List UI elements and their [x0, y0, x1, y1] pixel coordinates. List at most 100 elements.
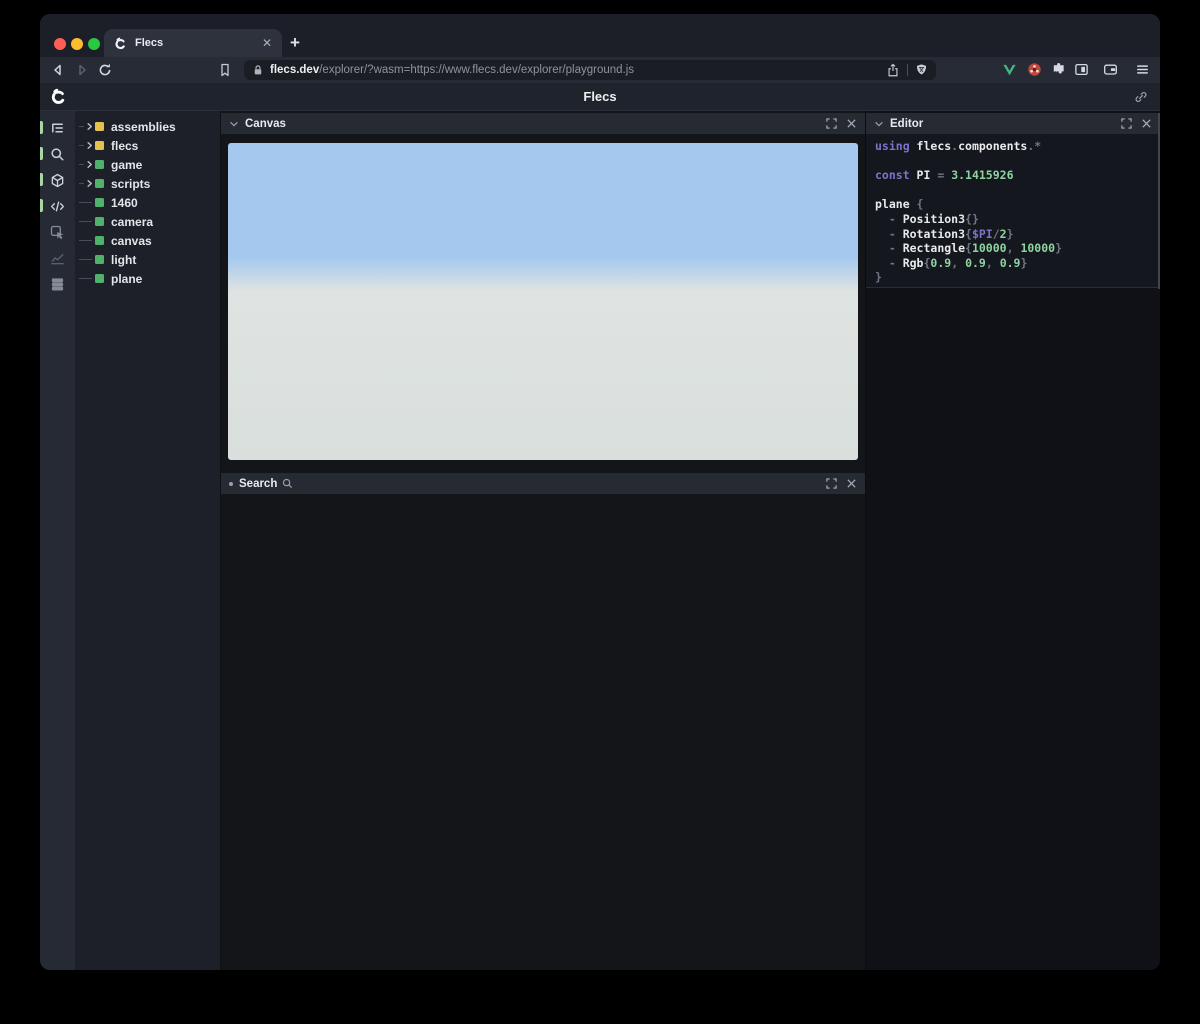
sidebar-rows-button[interactable] — [40, 271, 75, 297]
canvas-panel-header: Canvas — [221, 113, 865, 134]
stats-icon — [50, 251, 65, 266]
page-title: Flecs — [583, 89, 617, 104]
entity-tree-panel: assemblies flecs game scripts 1460 camera canv… — [75, 111, 221, 970]
tree-item-game[interactable]: game — [75, 155, 220, 174]
tree-item-label: flecs — [111, 138, 139, 153]
wallet-icon[interactable] — [1103, 62, 1119, 78]
shield-icon[interactable] — [915, 63, 928, 77]
editor-scrollbar[interactable] — [1158, 113, 1160, 289]
tree-item-label: plane — [111, 271, 143, 286]
url-path: /explorer/?wasm=https://www.flecs.dev/ex… — [319, 64, 635, 76]
rows-icon — [50, 277, 65, 292]
tree-item-1460[interactable]: 1460 — [75, 193, 220, 212]
close-panel-icon[interactable] — [846, 118, 857, 129]
entity-color-swatch — [95, 122, 104, 131]
forward-button[interactable] — [74, 62, 90, 78]
fullscreen-icon[interactable] — [826, 478, 837, 489]
app-header: Flecs — [40, 83, 1160, 111]
back-button[interactable] — [50, 62, 66, 78]
tab-title: Flecs — [135, 37, 164, 49]
tree-item-label: light — [111, 252, 137, 267]
share-icon[interactable] — [886, 63, 900, 78]
expand-chevron-icon[interactable] — [78, 136, 95, 155]
chevron-down-icon[interactable] — [229, 119, 239, 129]
sidebar-toggle-icon[interactable] — [1074, 62, 1090, 78]
tree-item-label: scripts — [111, 176, 151, 191]
tree-item-camera[interactable]: camera — [75, 212, 220, 231]
expand-chevron-icon[interactable] — [78, 117, 95, 136]
center-area: Canvas Search — [221, 111, 865, 970]
tree-item-flecs[interactable]: flecs — [75, 136, 220, 155]
tree-item-assemblies[interactable]: assemblies — [75, 117, 220, 136]
collapsed-dot-icon[interactable] — [229, 481, 233, 486]
fullscreen-icon[interactable] — [826, 118, 837, 129]
sidebar-search-button[interactable] — [40, 141, 75, 167]
editor-panel-title: Editor — [890, 117, 924, 130]
browser-toolbar: flecs.dev/explorer/?wasm=https://www.fle… — [40, 57, 1160, 83]
tree-item-label: canvas — [111, 233, 152, 248]
code-line: - Rotation3{$PI/2} — [875, 226, 1014, 241]
extensions-puzzle-icon[interactable] — [1051, 62, 1067, 78]
code-editor[interactable]: using flecs.components.* const PI = 3.14… — [866, 134, 1160, 288]
sidebar-stats-button[interactable] — [40, 245, 75, 271]
entity-color-swatch — [95, 198, 104, 207]
code-icon — [50, 199, 65, 214]
tab-bar: Flecs ✕ + — [40, 14, 1160, 57]
sidebar-entity-tree-button[interactable] — [40, 115, 75, 141]
tree-item-label: 1460 — [111, 195, 138, 210]
tree-item-canvas[interactable]: canvas — [75, 231, 220, 250]
code-line: - Position3{} — [875, 211, 979, 226]
close-window-button[interactable] — [54, 38, 66, 50]
entity-color-swatch — [95, 217, 104, 226]
entity-tree-icon — [50, 121, 65, 136]
vue-devtools-icon[interactable] — [1002, 62, 1018, 78]
entity-color-swatch — [95, 160, 104, 169]
fullscreen-icon[interactable] — [1121, 118, 1132, 129]
sidebar-inspect-button[interactable] — [40, 219, 75, 245]
entity-color-swatch — [95, 274, 104, 283]
active-indicator — [40, 147, 43, 160]
tree-item-label: assemblies — [111, 119, 176, 134]
inspect-icon — [50, 225, 65, 240]
share-link-icon[interactable] — [1134, 90, 1148, 104]
canvas-panel-title: Canvas — [245, 117, 286, 130]
address-bar-divider — [907, 64, 908, 76]
tab-close-icon[interactable]: ✕ — [262, 37, 272, 49]
chevron-down-icon[interactable] — [874, 119, 884, 129]
sidebar-cube-button[interactable] — [40, 167, 75, 193]
address-bar[interactable]: flecs.dev/explorer/?wasm=https://www.fle… — [244, 60, 936, 80]
minimize-window-button[interactable] — [71, 38, 83, 50]
browser-window: Flecs ✕ + flecs.dev/explorer/?wasm=https… — [40, 14, 1160, 970]
expand-chevron-icon[interactable] — [78, 155, 95, 174]
tree-connector — [78, 269, 95, 288]
search-icon — [282, 478, 293, 489]
lock-icon — [252, 64, 264, 77]
code-line: using flecs.components.* — [875, 139, 1042, 153]
menu-hamburger-icon[interactable] — [1135, 62, 1151, 78]
sidebar-code-button[interactable] — [40, 193, 75, 219]
zoom-window-button[interactable] — [88, 38, 100, 50]
tree-item-light[interactable]: light — [75, 250, 220, 269]
tree-item-plane[interactable]: plane — [75, 269, 220, 288]
tree-item-scripts[interactable]: scripts — [75, 174, 220, 193]
bookmark-icon[interactable] — [217, 62, 233, 78]
active-indicator — [40, 173, 43, 186]
tool-sidebar — [40, 111, 75, 970]
editor-panel: Editor using flecs.components.* const PI… — [865, 111, 1160, 970]
search-panel-title: Search — [239, 477, 278, 490]
3d-canvas-viewport[interactable] — [228, 143, 858, 460]
tree-connector — [78, 250, 95, 269]
red-extension-icon[interactable] — [1027, 62, 1043, 78]
close-panel-icon[interactable] — [846, 478, 857, 489]
flecs-favicon-icon — [114, 37, 127, 50]
new-tab-button[interactable]: + — [290, 33, 300, 53]
search-panel-header: Search — [221, 473, 865, 494]
expand-chevron-icon[interactable] — [78, 174, 95, 193]
reload-button[interactable] — [97, 62, 113, 78]
browser-tab[interactable]: Flecs ✕ — [104, 29, 282, 57]
close-panel-icon[interactable] — [1141, 118, 1152, 129]
url-domain: flecs.dev — [270, 64, 320, 76]
active-indicator — [40, 121, 43, 134]
active-indicator — [40, 199, 43, 212]
